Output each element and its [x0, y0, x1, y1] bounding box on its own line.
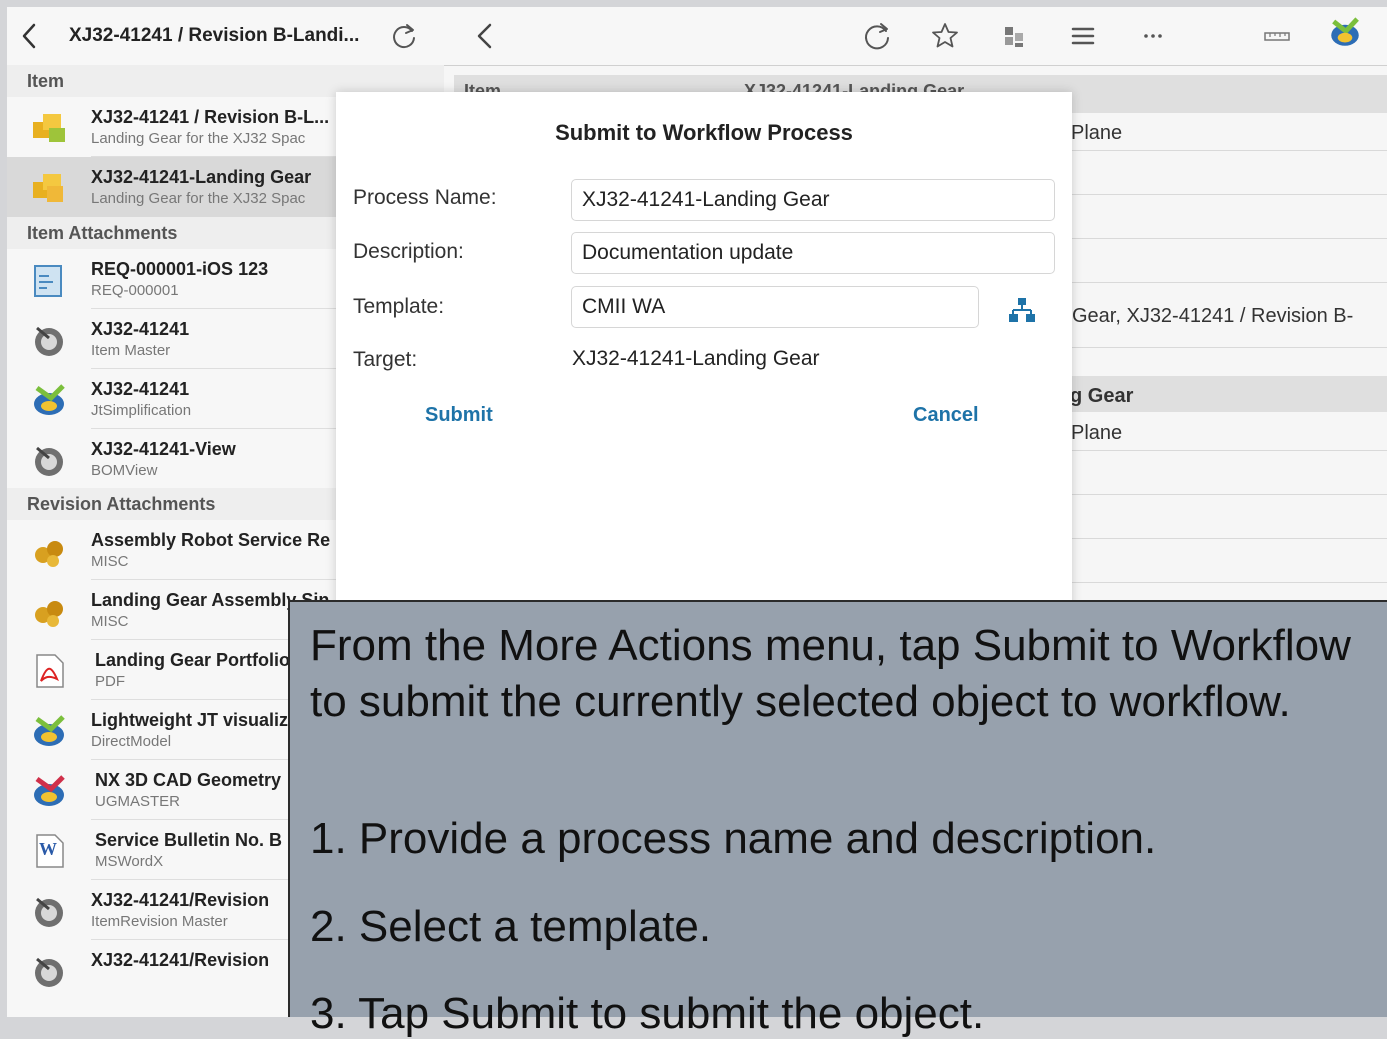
list-item-subtitle: ItemRevision Master: [91, 913, 228, 930]
misc-icon: [29, 591, 69, 631]
item-icon: [29, 168, 69, 208]
form-icon: [29, 320, 69, 360]
list-item-title: XJ32-41241/Revision: [91, 950, 270, 970]
section-title: g Gear: [1070, 385, 1134, 407]
list-item-subtitle: DirectModel: [91, 733, 172, 750]
list-item-title: Lightweight JT visualiz: [91, 710, 289, 730]
pdf-icon: [29, 651, 69, 691]
word-icon: W: [29, 831, 69, 871]
property-value: Plane: [1071, 422, 1123, 444]
target-value: XJ32-41241-Landing Gear: [572, 347, 820, 370]
target-label: Target:: [353, 348, 418, 371]
list-item-title: XJ32-41241: [91, 319, 190, 339]
back-icon[interactable]: [17, 21, 41, 51]
list-item-title: XJ32-41241 / Revision B-L...: [91, 107, 330, 127]
cancel-button[interactable]: Cancel: [913, 404, 979, 427]
form-icon: [29, 951, 69, 991]
app-logo-icon: [1328, 15, 1370, 57]
submit-workflow-dialog: Submit to Workflow Process Process Name:…: [336, 92, 1072, 622]
list-item-title: XJ32-41241-Landing Gear: [91, 167, 312, 187]
jt-icon: [29, 711, 69, 751]
list-menu-icon[interactable]: [1066, 19, 1100, 53]
requirement-icon: [29, 260, 69, 300]
right-toolbar: [444, 7, 1387, 66]
list-item-title: Landing Gear Portfolio: [95, 650, 291, 670]
left-pane-title: XJ32-41241 / Revision B-Landi...: [69, 25, 360, 46]
list-item-subtitle: UGMASTER: [95, 793, 181, 810]
template-input[interactable]: CMII WA: [571, 286, 979, 328]
list-item-title: XJ32-41241: [91, 379, 190, 399]
refresh-icon[interactable]: [389, 21, 419, 51]
structure-icon[interactable]: [997, 19, 1031, 53]
template-label: Template:: [353, 295, 445, 318]
dialog-title: Submit to Workflow Process: [555, 120, 853, 145]
list-item-title: XJ32-41241-View: [91, 439, 236, 459]
list-item-title: REQ-000001-iOS 123: [91, 259, 269, 279]
star-icon[interactable]: [928, 19, 962, 53]
process-name-label: Process Name:: [353, 186, 497, 209]
property-value: Plane: [1071, 122, 1123, 144]
back-icon[interactable]: [468, 19, 502, 53]
list-item-title: Service Bulletin No. B: [95, 830, 283, 850]
list-item-subtitle: MISC: [91, 613, 129, 630]
svg-text:W: W: [39, 839, 57, 859]
nx-icon: [29, 771, 69, 811]
template-picker-icon[interactable]: [1007, 296, 1037, 326]
list-item-title: Assembly Robot Service Re: [91, 530, 331, 550]
list-item-title: NX 3D CAD Geometry: [95, 770, 282, 790]
instruction-callout: From the More Actions menu, tap Submit t…: [288, 600, 1387, 1038]
list-item-subtitle: PDF: [95, 673, 125, 690]
list-item-subtitle: MSWordX: [95, 853, 164, 870]
callout-intro: From the More Actions menu, tap Submit t…: [310, 621, 1351, 726]
list-item-subtitle: BOMView: [91, 462, 158, 479]
form-icon: [29, 440, 69, 480]
submit-button[interactable]: Submit: [425, 404, 493, 427]
more-actions-icon[interactable]: [1136, 19, 1170, 53]
property-value: Gear, XJ32-41241 / Revision B-: [1072, 305, 1354, 327]
description-label: Description:: [353, 240, 464, 263]
ruler-icon[interactable]: [1260, 19, 1294, 53]
list-item-subtitle: Item Master: [91, 342, 171, 359]
misc-icon: [29, 531, 69, 571]
left-toolbar: XJ32-41241 / Revision B-Landi...: [7, 7, 444, 66]
list-item-title: XJ32-41241/Revision: [91, 890, 270, 910]
jt-icon: [29, 380, 69, 420]
description-input[interactable]: Documentation update: [571, 232, 1055, 274]
list-item-subtitle: JtSimplification: [91, 402, 192, 419]
callout-step: 2. Select a template.: [310, 902, 712, 951]
process-name-input[interactable]: XJ32-41241-Landing Gear: [571, 179, 1055, 221]
list-item-subtitle: Landing Gear for the XJ32 Spac: [91, 190, 306, 207]
list-item-subtitle: MISC: [91, 553, 129, 570]
list-item-subtitle: REQ-000001: [91, 282, 179, 299]
list-item-subtitle: Landing Gear for the XJ32 Spac: [91, 130, 306, 147]
form-icon: [29, 891, 69, 931]
refresh-icon[interactable]: [860, 19, 894, 53]
callout-step: 1. Provide a process name and descriptio…: [310, 814, 1157, 863]
callout-step: 3. Tap Submit to submit the object.: [310, 989, 985, 1038]
item-revision-icon: [29, 108, 69, 148]
